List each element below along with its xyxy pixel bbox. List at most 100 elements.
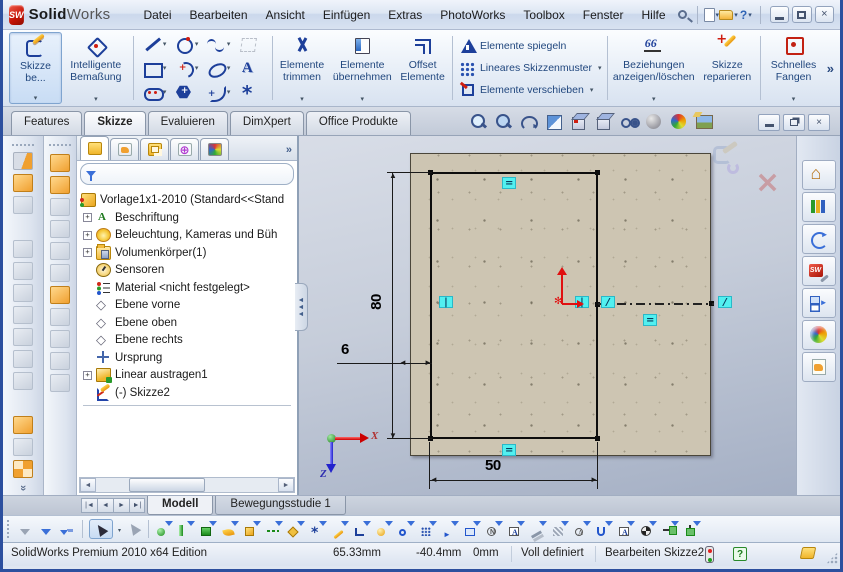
toolbar-drag-handle[interactable] xyxy=(49,144,71,148)
new-document-button[interactable]: ▾ xyxy=(703,5,719,25)
repair-sketch-button[interactable]: Skizze reparieren xyxy=(697,32,757,104)
surface-tool-button[interactable] xyxy=(50,242,70,260)
menu-item[interactable]: Ansicht xyxy=(257,4,314,26)
selection-filter-button[interactable] xyxy=(507,520,525,538)
sketch-tool-button[interactable]: ▾ xyxy=(235,32,267,56)
surface-tool-button[interactable] xyxy=(50,176,70,194)
tree-item[interactable]: + Beleuchtung, Kameras und Büh xyxy=(81,227,297,245)
toolbar-drag-handle[interactable] xyxy=(7,520,10,538)
traffic-light-status-icon[interactable] xyxy=(705,546,714,563)
trim-entities-button[interactable]: Elemente trimmen ▾ xyxy=(276,32,329,104)
tree-item[interactable]: Ebene rechts xyxy=(81,332,297,350)
feature-tool-button[interactable] xyxy=(13,394,33,412)
dropdown-icon[interactable]: ▾ xyxy=(227,40,231,48)
sketch-tool-button[interactable]: ▾ xyxy=(139,32,171,56)
sketch-tool-button[interactable]: ▾ xyxy=(171,32,203,56)
dimension-value-offset[interactable]: 6 xyxy=(341,342,349,358)
task-pane-tab[interactable] xyxy=(802,256,836,286)
sketch-vertex[interactable] xyxy=(595,436,600,441)
selection-filter-button[interactable] xyxy=(155,520,173,538)
sketch-tool-button[interactable]: ▾ xyxy=(203,32,235,56)
selection-filter-button[interactable] xyxy=(331,520,349,538)
feature-tool-button[interactable] xyxy=(13,174,33,192)
tab-nav-button[interactable]: ◄ xyxy=(97,498,113,513)
relation-badge-equal[interactable]: = xyxy=(643,314,657,326)
sketch-origin-cross-icon[interactable]: ✻ xyxy=(554,297,562,307)
sketch-tool-button[interactable]: ▾ xyxy=(235,56,267,80)
selection-filter-button[interactable] xyxy=(287,520,305,538)
tag-icon[interactable] xyxy=(800,547,817,559)
selection-filter-button[interactable] xyxy=(529,520,547,538)
tree-item[interactable]: (-) Skizze2 xyxy=(81,384,297,402)
document-restore-button[interactable] xyxy=(783,114,805,131)
toolbar-collapse-chevron-icon[interactable]: » xyxy=(17,485,29,491)
manager-tabs-overflow-icon[interactable]: » xyxy=(286,144,292,156)
tab-nav-button[interactable]: ► xyxy=(113,498,129,513)
selection-filter-button[interactable] xyxy=(441,520,459,538)
selection-filter-button[interactable] xyxy=(375,520,393,538)
dimension-value-height[interactable]: 80 xyxy=(369,294,385,310)
view-tool-button[interactable] xyxy=(494,112,514,132)
view-tool-button[interactable] xyxy=(694,112,714,132)
task-pane-tab[interactable] xyxy=(802,352,836,382)
surface-tool-button[interactable] xyxy=(50,198,70,216)
menu-item[interactable]: Fenster xyxy=(574,4,633,26)
menu-item[interactable]: Extras xyxy=(379,4,431,26)
dropdown-icon[interactable]: ▾ xyxy=(652,95,656,104)
feature-tool-button[interactable] xyxy=(13,240,33,258)
feature-tool-button[interactable] xyxy=(13,350,33,368)
task-pane-tab[interactable] xyxy=(802,192,836,222)
feature-tool-button[interactable] xyxy=(13,328,33,346)
relation-badge-equal[interactable]: = xyxy=(502,444,516,456)
resize-grip[interactable] xyxy=(826,552,838,564)
view-tool-button[interactable] xyxy=(619,112,639,132)
selection-filter-button[interactable] xyxy=(485,520,503,538)
ribbon-tab[interactable]: DimXpert xyxy=(230,111,304,135)
cancel-sketch-icon[interactable]: × xyxy=(755,168,780,198)
menu-item[interactable]: Toolbox xyxy=(514,4,573,26)
dropdown-icon[interactable]: ▾ xyxy=(195,40,199,48)
panel-collapse-splitter[interactable]: ◄ ◄ ◄ xyxy=(295,283,308,331)
scroll-right-button[interactable]: ► xyxy=(278,478,294,492)
smart-dimension-button[interactable]: Intelligente Bemaßung ▾ xyxy=(62,32,130,104)
expand-toggle[interactable]: + xyxy=(83,248,92,257)
expand-toggle[interactable]: + xyxy=(83,213,92,222)
ribbon-tab[interactable]: Skizze xyxy=(84,111,145,135)
surface-tool-button[interactable] xyxy=(50,308,70,326)
tree-horizontal-scrollbar[interactable]: ◄ ► xyxy=(79,477,295,493)
graphics-viewport[interactable]: = | | / / = = ✻ ▲ ▼ 80 ◄ ► 6 xyxy=(299,136,799,495)
view-tool-button[interactable] xyxy=(569,112,589,132)
manager-tab[interactable] xyxy=(80,136,109,160)
sketch-tool-button[interactable]: ▾ xyxy=(139,80,171,104)
selection-filter-button[interactable] xyxy=(221,520,239,538)
document-close-button[interactable]: × xyxy=(808,114,830,131)
search-icon[interactable] xyxy=(675,5,691,25)
dropdown-icon[interactable]: ▾ xyxy=(598,64,602,72)
task-pane-tab[interactable] xyxy=(802,224,836,254)
filter-funnel-button[interactable] xyxy=(37,520,55,538)
feature-tool-button[interactable] xyxy=(13,306,33,324)
surface-tool-button[interactable] xyxy=(50,374,70,392)
selection-filter-button[interactable] xyxy=(595,520,613,538)
dropdown-icon[interactable]: ▾ xyxy=(163,40,167,48)
ribbon-tab[interactable]: Office Produkte xyxy=(306,111,411,135)
surface-tool-button[interactable] xyxy=(50,264,70,282)
tree-item[interactable]: Ebene vorne xyxy=(81,297,297,315)
dropdown-icon[interactable]: ▾ xyxy=(94,95,98,104)
close-button[interactable]: × xyxy=(815,6,834,23)
menu-item[interactable]: Einfügen xyxy=(314,4,379,26)
selection-filter-button[interactable] xyxy=(265,520,283,538)
select-cursor-button[interactable]: ▾ xyxy=(89,519,113,539)
ribbon-tab[interactable]: Evaluieren xyxy=(148,111,228,135)
sketch-rectangle[interactable] xyxy=(430,172,598,439)
menu-item[interactable]: Bearbeiten xyxy=(180,4,256,26)
dropdown-icon[interactable]: ▾ xyxy=(590,86,594,94)
surface-tool-button[interactable] xyxy=(50,220,70,238)
sketch-tool-button[interactable]: ▾ xyxy=(139,56,171,80)
dropdown-icon[interactable]: ▾ xyxy=(361,95,365,104)
model-tab[interactable]: Modell xyxy=(147,496,213,515)
filter-funnel-button[interactable] xyxy=(16,520,34,538)
task-pane-tab[interactable] xyxy=(802,320,836,350)
view-tool-button[interactable] xyxy=(644,112,664,132)
tab-nav-button[interactable]: ►| xyxy=(129,498,145,513)
